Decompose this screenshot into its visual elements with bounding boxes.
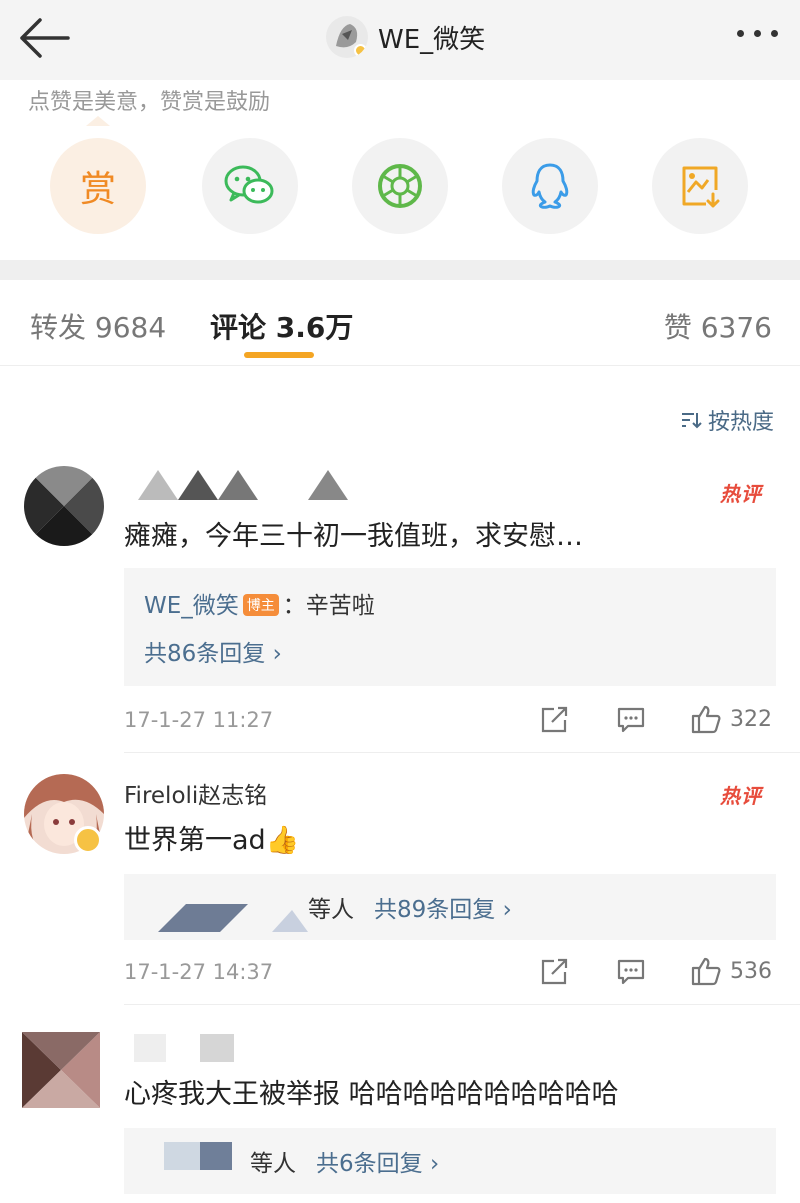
sort-button[interactable]: 按热度: [680, 404, 774, 436]
moments-share-button[interactable]: [352, 138, 448, 234]
reply-suffix: 等人: [308, 897, 354, 923]
reply-text: ：辛苦啦: [282, 593, 375, 619]
top-nav-bar: WE_微笑: [0, 0, 800, 80]
view-replies-link[interactable]: 共86条回复 ›: [144, 634, 282, 668]
thumbs-up-icon: [691, 705, 721, 734]
reply-box[interactable]: 等人 共89条回复 ›: [124, 874, 776, 940]
moments-icon: [378, 164, 422, 208]
save-image-icon: [682, 166, 720, 208]
avatar[interactable]: [326, 16, 368, 58]
qq-icon: [531, 163, 569, 209]
reply-button[interactable]: [616, 958, 646, 986]
wechat-share-button[interactable]: [202, 138, 298, 234]
comment-icon: [617, 707, 645, 733]
comment-item: 心疼我大王被举报 哈哈哈哈哈哈哈哈哈哈 等人 共6条回复 ›: [0, 1024, 800, 1203]
wechat-icon: [224, 165, 274, 204]
reward-slogan: 点赞是美意，赞赏是鼓励: [28, 90, 271, 115]
view-replies-link[interactable]: 共89条回复 ›: [374, 890, 512, 924]
repost-button[interactable]: [540, 958, 570, 986]
arrow-left-icon[interactable]: [16, 16, 72, 60]
reply-preview: WE_微笑 博主 ：辛苦啦: [144, 586, 375, 620]
comment-text: 心疼我大王被举报 哈哈哈哈哈哈哈哈哈哈: [124, 1079, 619, 1110]
comment-divider: [124, 752, 800, 753]
section-gap: [0, 260, 800, 280]
share-icon: [541, 958, 568, 985]
avatar[interactable]: [22, 1032, 100, 1108]
author-badge: 博主: [242, 594, 279, 616]
tab-reposts[interactable]: 转发 9684: [30, 306, 166, 346]
like-count: 536: [730, 958, 772, 984]
pointer-arrow: [86, 116, 110, 126]
reward-button[interactable]: 赏: [50, 138, 146, 234]
reply-box[interactable]: WE_微笑 博主 ：辛苦啦 共86条回复 ›: [124, 568, 776, 686]
comment-text: 世界第一ad👍: [124, 825, 300, 856]
replier-names-blurred: [164, 1142, 232, 1170]
view-replies-link[interactable]: 共6条回复 ›: [316, 1144, 439, 1178]
reply-author[interactable]: WE_微笑: [144, 593, 239, 619]
sort-label: 按热度: [707, 410, 774, 435]
page-title: WE_微笑: [378, 24, 486, 55]
thumbs-up-icon: [691, 957, 721, 986]
tabs-bar: 转发 9684 评论 3.6万 赞 6376: [0, 280, 800, 366]
reply-suffix: 等人: [250, 1151, 296, 1177]
reply-button[interactable]: [616, 706, 646, 734]
comment-item: Fireloli赵志铭 热评 世界第一ad👍 等人 共89条回复 › 17-1-…: [0, 770, 800, 1006]
comment-text: 瘫瘫，今年三十初一我值班，求安慰…: [124, 521, 583, 552]
more-dots-icon[interactable]: [737, 30, 778, 37]
comment-icon: [617, 959, 645, 985]
comment-item: 热评 瘫瘫，今年三十初一我值班，求安慰… WE_微笑 博主 ：辛苦啦 共86条回复 …: [0, 460, 800, 766]
avatar[interactable]: [24, 466, 104, 546]
nav-user[interactable]: WE_微笑: [326, 12, 485, 62]
hot-comment-badge: 热评: [720, 784, 762, 808]
repost-button[interactable]: [540, 706, 570, 734]
verified-badge-icon: [74, 826, 102, 854]
comment-author[interactable]: Fireloli赵志铭: [124, 776, 267, 810]
save-image-button[interactable]: [652, 138, 748, 234]
like-count: 322: [730, 706, 772, 732]
qq-share-button[interactable]: [502, 138, 598, 234]
tab-likes[interactable]: 赞 6376: [664, 306, 772, 346]
replier-names-blurred: [158, 904, 308, 932]
tab-comments[interactable]: 评论 3.6万: [210, 306, 353, 346]
like-button[interactable]: 322: [690, 704, 772, 734]
comment-divider: [124, 1004, 800, 1005]
hot-comment-badge: 热评: [720, 482, 762, 506]
verified-badge-icon: [354, 44, 367, 57]
reply-box[interactable]: 等人 共6条回复 ›: [124, 1128, 776, 1194]
tab-active-indicator: [244, 352, 314, 358]
comment-time: 17-1-27 14:37: [124, 960, 274, 984]
share-icon: [541, 706, 568, 733]
username-blurred[interactable]: [128, 466, 368, 500]
like-button[interactable]: 536: [690, 956, 772, 986]
comment-time: 17-1-27 11:27: [124, 708, 274, 732]
sort-icon: [681, 413, 702, 429]
username-blurred[interactable]: [128, 1030, 248, 1064]
share-panel: 点赞是美意，赞赏是鼓励 赏: [0, 80, 800, 260]
reward-icon: 赏: [79, 169, 116, 210]
